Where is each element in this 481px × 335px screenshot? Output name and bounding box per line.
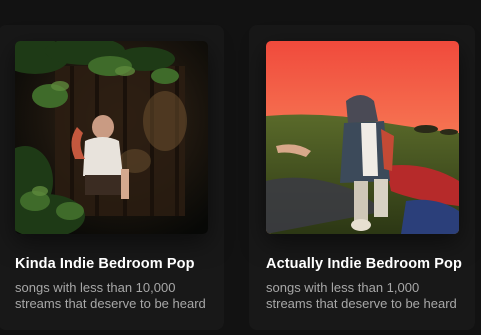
playlist-title[interactable]: Kinda Indie Bedroom Pop bbox=[15, 256, 211, 272]
playlist-description: songs with less than 1,000 streams that … bbox=[266, 280, 457, 311]
cover-art-forest-night bbox=[15, 41, 208, 234]
playlist-card-kinda-indie[interactable]: Kinda Indie Bedroom Pop songs with less … bbox=[0, 25, 224, 330]
playlist-card-actually-indie[interactable]: Actually Indie Bedroom Pop songs with le… bbox=[249, 25, 475, 330]
playlist-cover-image[interactable] bbox=[266, 41, 459, 234]
playlist-grid: Kinda Indie Bedroom Pop songs with less … bbox=[0, 0, 481, 335]
playlist-cover-image[interactable] bbox=[15, 41, 208, 234]
playlist-description: songs with less than 10,000 streams that… bbox=[15, 280, 206, 311]
playlist-title[interactable]: Actually Indie Bedroom Pop bbox=[266, 256, 462, 272]
cover-art-sunset-hill bbox=[266, 41, 459, 234]
